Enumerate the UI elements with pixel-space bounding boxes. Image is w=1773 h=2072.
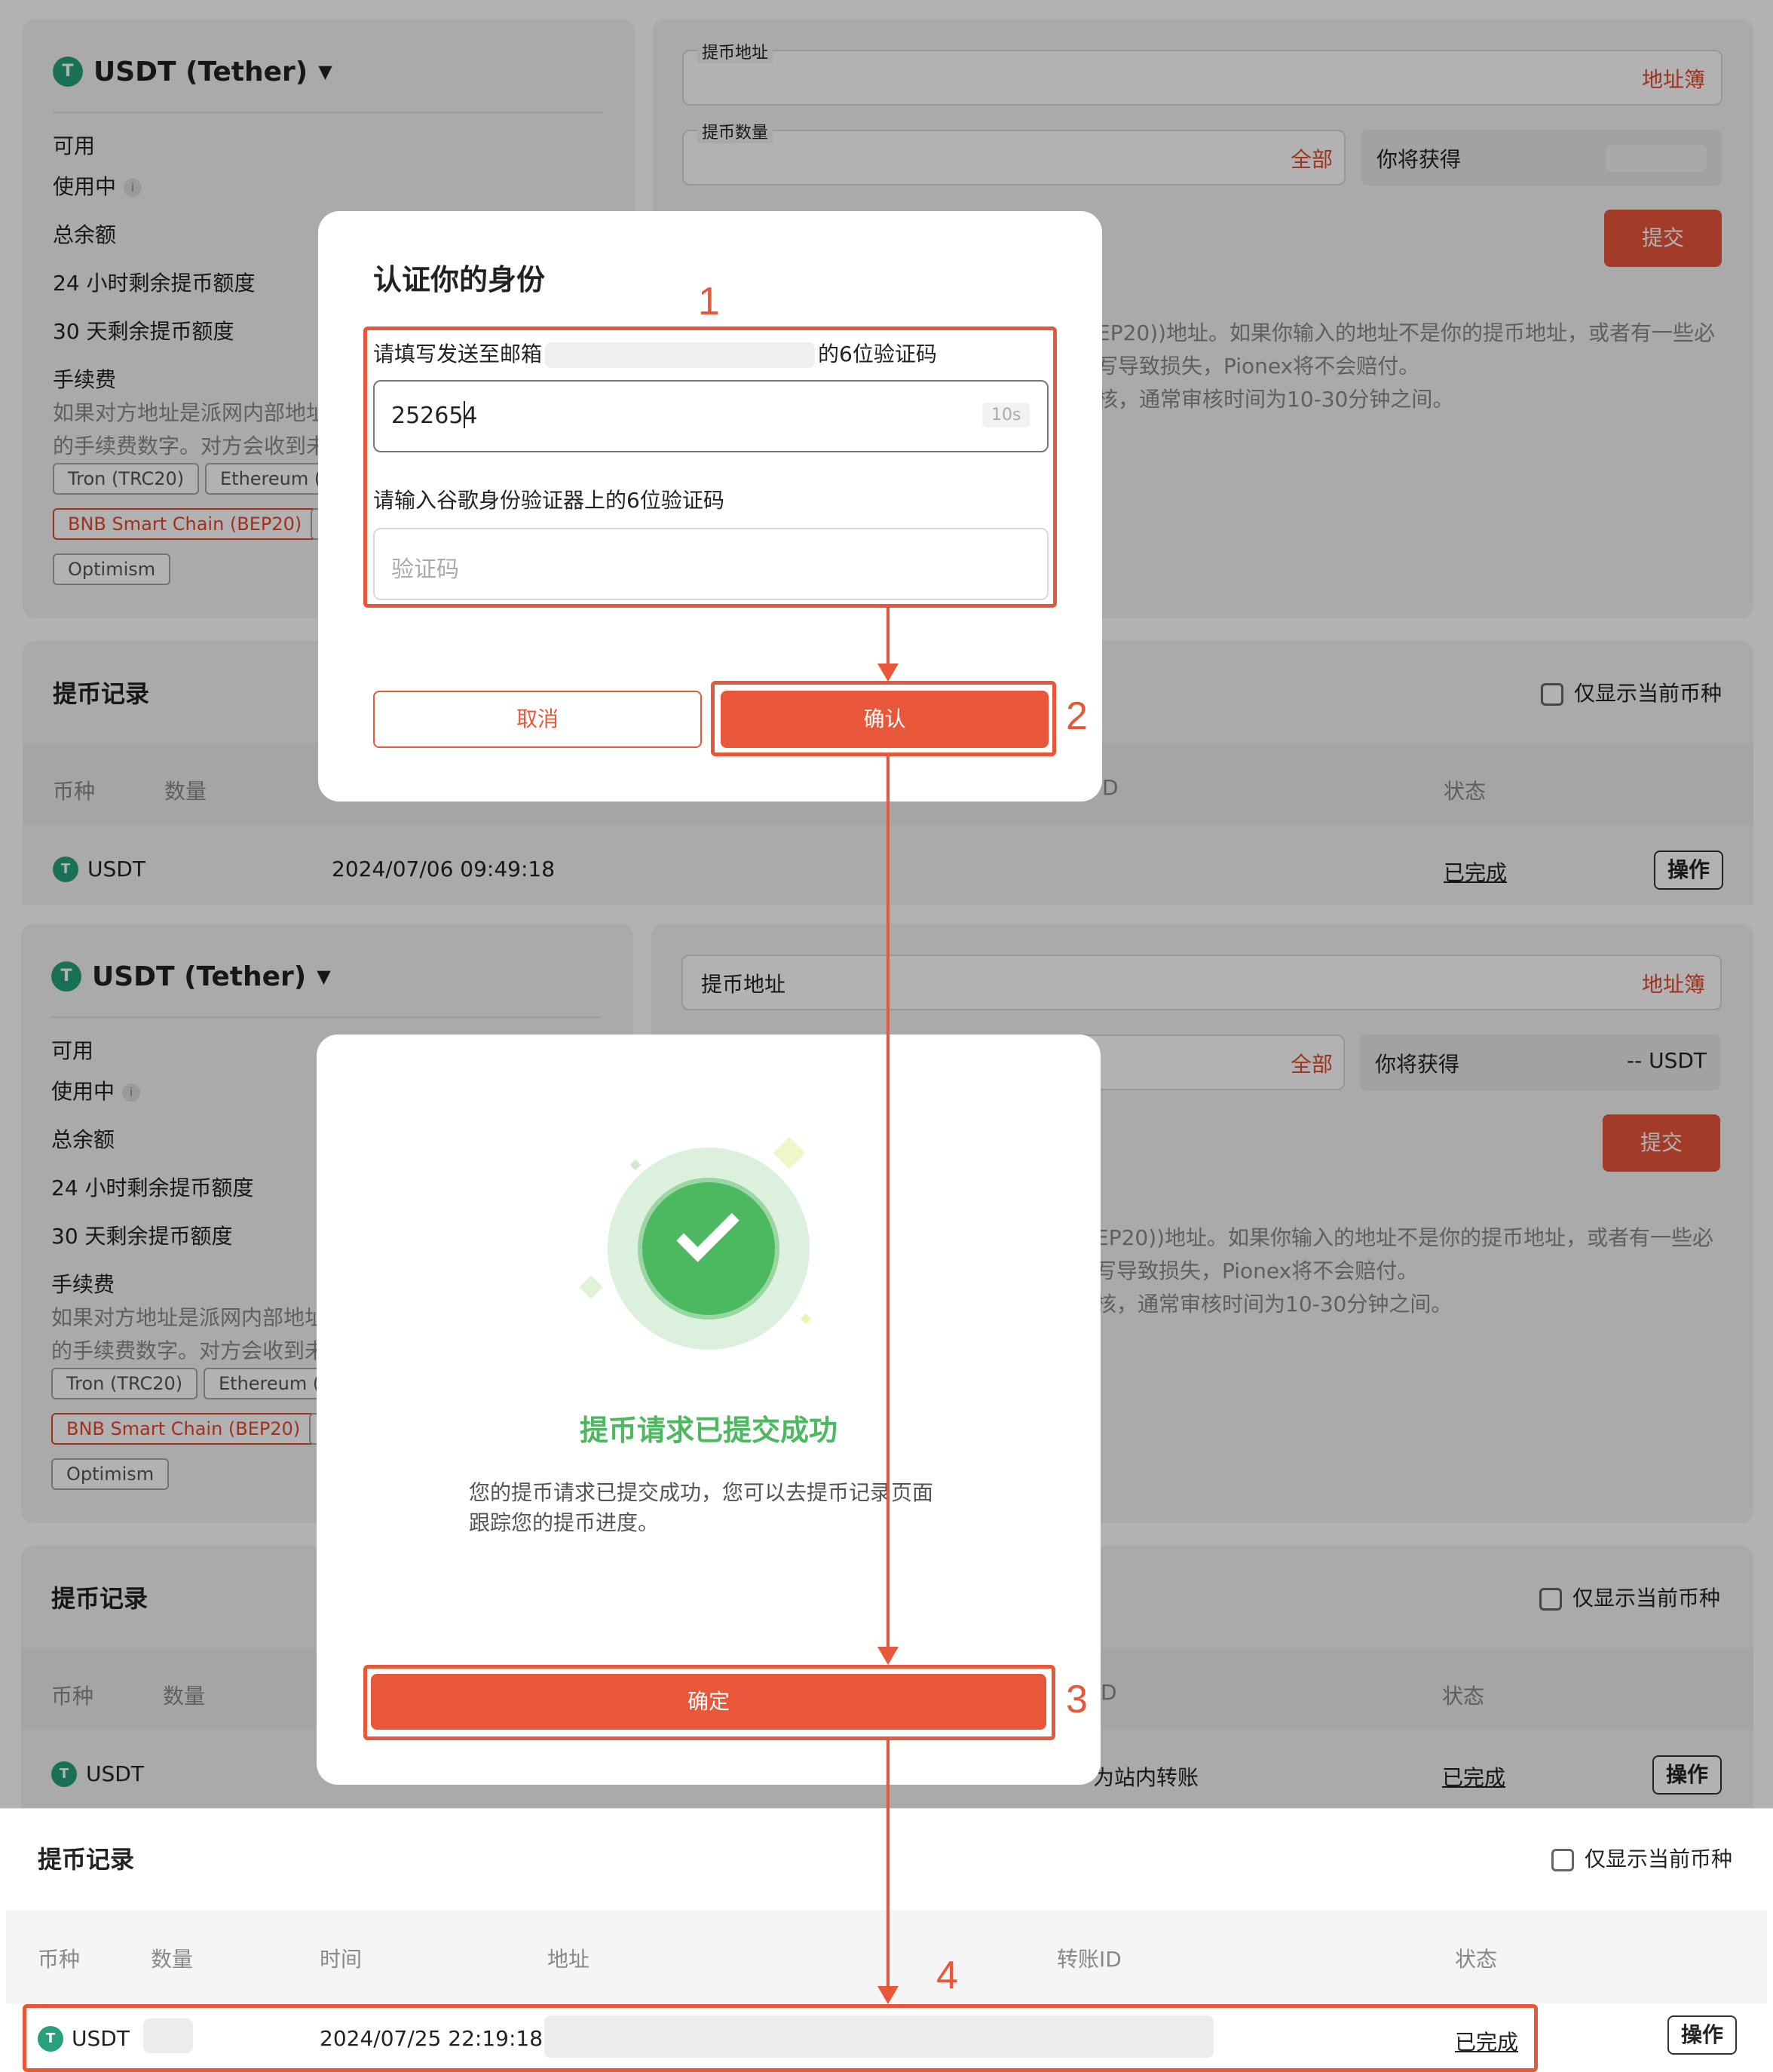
flow-arrow-icon [877,1647,899,1665]
col-time: 时间 [320,1947,363,1972]
step-number-2: 2 [1066,694,1088,738]
highlight-step3 [363,1665,1055,1740]
step-number-1: 1 [698,280,720,323]
col-txid: 转账ID [1057,1947,1122,1972]
success-title: 提币请求已提交成功 [579,1414,838,1447]
cancel-button[interactable]: 取消 [373,691,702,748]
check-icon [676,1199,740,1262]
col-status: 状态 [1455,1947,1498,1972]
flow-line [886,756,890,1655]
success-illustration [608,1148,810,1350]
row-action-button[interactable]: 操作 [1667,2015,1737,2055]
highlight-step4 [23,2004,1538,2072]
highlight-step1 [363,326,1057,608]
success-desc-line2: 跟踪您的提币进度。 [469,1510,660,1535]
col-address: 地址 [547,1947,590,1972]
sparkle-icon [579,1275,603,1299]
success-desc-line1: 您的提币请求已提交成功，您可以去提币记录页面 [469,1480,934,1505]
only-current-label: 仅显示当前币种 [1585,1847,1733,1871]
verify-modal-title: 认证你的身份 [373,263,546,296]
checkbox-icon[interactable] [1551,1849,1574,1871]
col-amount: 数量 [151,1947,194,1972]
col-coin: 币种 [38,1947,81,1972]
sparkle-icon [773,1136,806,1169]
sparkle-icon [800,1313,812,1325]
only-current-toggle[interactable]: 仅显示当前币种 [1551,1843,1732,1873]
success-inner-circle [642,1182,775,1315]
step-number-4: 4 [936,1954,958,1997]
records-title: 提币记录 [38,1845,135,1874]
flow-arrow-icon [877,664,899,682]
highlight-step2 [711,681,1056,756]
flow-line [886,1740,890,1995]
flow-arrow-icon [877,1986,899,2004]
step-number-3: 3 [1066,1678,1088,1721]
sparkle-icon [629,1159,642,1171]
